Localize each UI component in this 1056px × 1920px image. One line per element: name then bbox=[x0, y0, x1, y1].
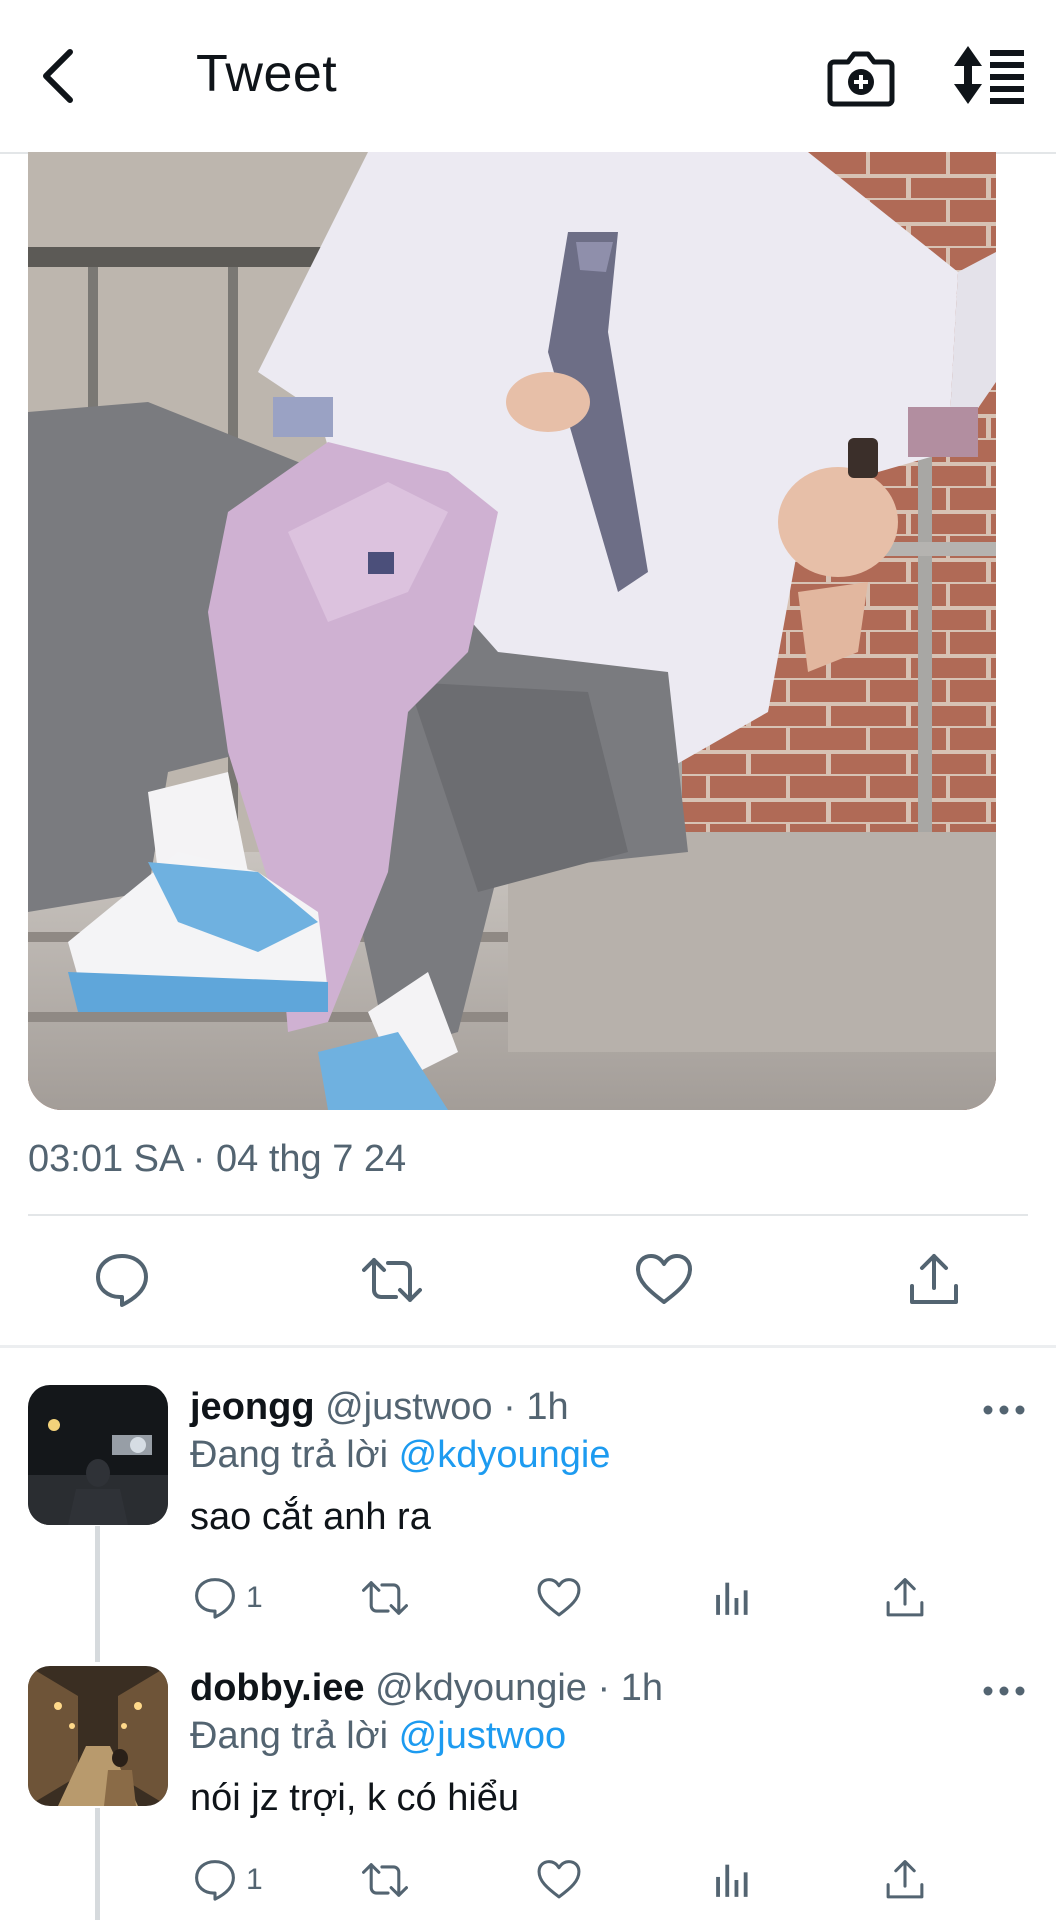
sort-button[interactable] bbox=[952, 44, 1026, 106]
section-divider bbox=[0, 1345, 1056, 1348]
separator-dot: · bbox=[597, 1667, 611, 1709]
reply-text: sao cắt anh ra bbox=[190, 1496, 431, 1538]
share-button[interactable] bbox=[882, 1854, 928, 1906]
analytics-icon bbox=[716, 1582, 748, 1615]
more-icon bbox=[983, 1405, 1025, 1415]
like-button[interactable] bbox=[536, 1854, 582, 1906]
separator-dot: · bbox=[503, 1386, 516, 1428]
reply-count: 1 bbox=[246, 1863, 263, 1896]
mention-link[interactable]: @justwoo bbox=[399, 1715, 566, 1757]
camera-plus-icon bbox=[827, 51, 895, 107]
reply-icon bbox=[195, 1860, 235, 1901]
thread-line bbox=[95, 1808, 100, 1920]
reply-button[interactable]: 1 bbox=[192, 1572, 263, 1624]
replying-to: Đang trả lời @kdyoungie bbox=[190, 1434, 611, 1477]
reply-author-name[interactable]: jeongg bbox=[190, 1386, 315, 1428]
photo-illustration bbox=[28, 152, 996, 1110]
reply-author-handle[interactable]: @justwoo bbox=[325, 1386, 492, 1428]
avatar[interactable] bbox=[28, 1666, 168, 1806]
reply-icon bbox=[195, 1578, 235, 1619]
reply-button[interactable]: 1 bbox=[192, 1854, 263, 1906]
analytics-icon bbox=[716, 1864, 748, 1897]
reply-count: 1 bbox=[246, 1581, 263, 1614]
share-icon bbox=[886, 1578, 924, 1617]
like-button[interactable] bbox=[536, 1572, 582, 1624]
reply-icon bbox=[96, 1254, 148, 1307]
thread-line bbox=[95, 1526, 100, 1662]
divider bbox=[28, 1214, 1028, 1216]
avatar[interactable] bbox=[28, 1385, 168, 1525]
reply-text: nói jz trợi, k có hiểu bbox=[190, 1777, 520, 1819]
retweet-button[interactable] bbox=[362, 1572, 408, 1624]
reply-header: dobby.iee @kdyoungie · 1h bbox=[190, 1667, 663, 1710]
camera-button[interactable] bbox=[826, 44, 896, 110]
top-bar: Tweet bbox=[0, 0, 1056, 154]
share-icon bbox=[910, 1254, 958, 1304]
replying-to: Đang trả lời @justwoo bbox=[190, 1715, 566, 1758]
reply-time: 1h bbox=[620, 1667, 663, 1709]
retweet-button[interactable] bbox=[362, 1250, 422, 1310]
like-icon bbox=[537, 1860, 581, 1899]
more-icon bbox=[983, 1686, 1025, 1696]
like-button[interactable] bbox=[634, 1250, 694, 1310]
replying-prefix: Đang trả lời bbox=[190, 1434, 389, 1476]
more-options-button[interactable] bbox=[980, 1400, 1028, 1420]
retweet-button[interactable] bbox=[362, 1854, 408, 1906]
back-arrow-icon bbox=[43, 49, 73, 103]
page-title: Tweet bbox=[196, 45, 338, 103]
mention-link[interactable]: @kdyoungie bbox=[399, 1434, 611, 1476]
sort-icon bbox=[954, 46, 1024, 104]
analytics-button[interactable] bbox=[710, 1854, 756, 1906]
reply-button[interactable] bbox=[92, 1250, 152, 1310]
tweet-photo[interactable] bbox=[28, 152, 996, 1110]
share-button[interactable] bbox=[882, 1572, 928, 1624]
like-icon bbox=[537, 1578, 581, 1617]
analytics-button[interactable] bbox=[710, 1572, 756, 1624]
back-button[interactable] bbox=[30, 40, 94, 112]
reply-time: 1h bbox=[526, 1386, 569, 1428]
avatar-image bbox=[28, 1385, 168, 1525]
reply-author-name[interactable]: dobby.iee bbox=[190, 1667, 365, 1709]
reply-header: jeongg @justwoo · 1h bbox=[190, 1386, 569, 1429]
reply-author-handle[interactable]: @kdyoungie bbox=[375, 1667, 587, 1709]
avatar-image bbox=[28, 1666, 168, 1806]
share-button[interactable] bbox=[904, 1250, 964, 1310]
like-icon bbox=[636, 1254, 692, 1304]
replying-prefix: Đang trả lời bbox=[190, 1715, 389, 1757]
retweet-icon bbox=[362, 1863, 408, 1897]
share-icon bbox=[886, 1860, 924, 1899]
tweet-timestamp: 03:01 SA · 04 thg 7 24 bbox=[28, 1138, 407, 1180]
retweet-icon bbox=[362, 1258, 422, 1302]
retweet-icon bbox=[362, 1581, 408, 1615]
more-options-button[interactable] bbox=[980, 1681, 1028, 1701]
